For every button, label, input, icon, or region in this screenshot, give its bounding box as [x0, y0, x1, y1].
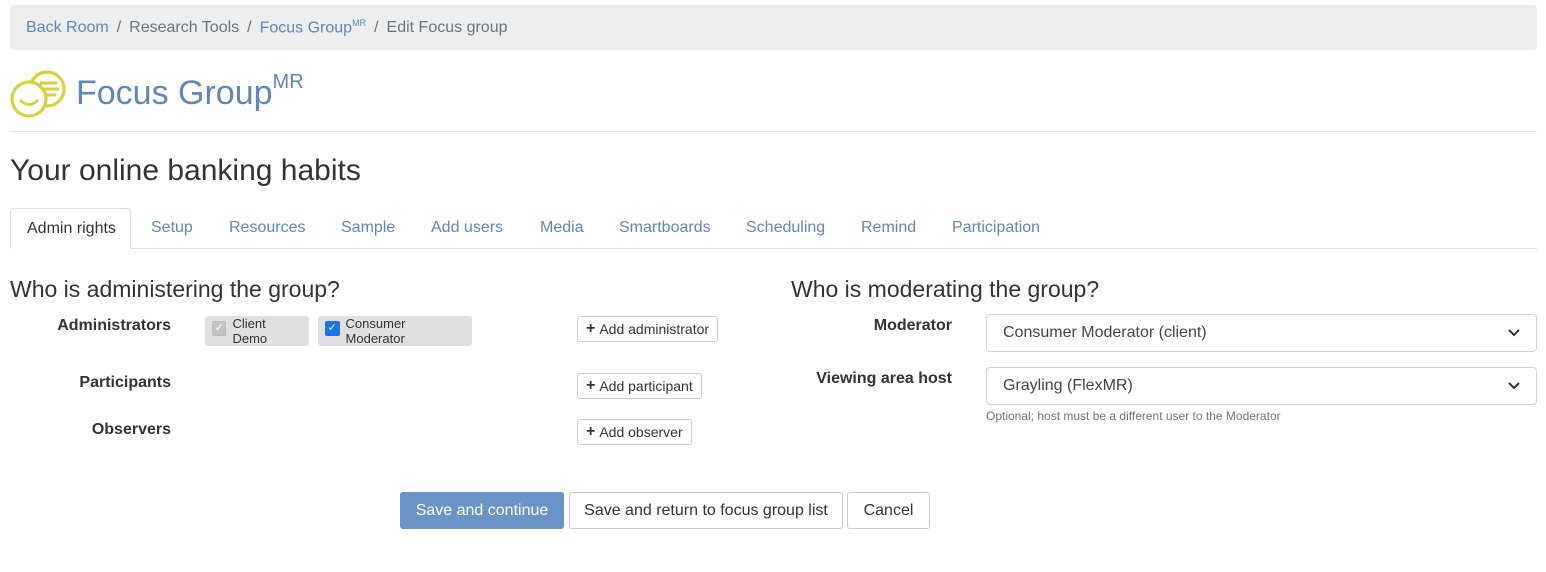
tab-media[interactable]: Media: [540, 208, 584, 249]
checkmark-icon: ✓: [327, 321, 337, 334]
tab-resources[interactable]: Resources: [229, 208, 305, 249]
add-observer-label: Add observer: [599, 424, 683, 440]
brand-title: Focus GroupMR: [76, 72, 304, 112]
breadcrumb-separator: /: [374, 18, 379, 36]
checkbox-consumer-moderator[interactable]: ✓: [325, 320, 340, 336]
add-administrator-button[interactable]: + Add administrator: [577, 316, 719, 342]
tab-admin-rights[interactable]: Admin rights: [10, 208, 131, 249]
chevron-down-icon: [1508, 326, 1520, 340]
add-observer-button[interactable]: + Add observer: [577, 419, 692, 445]
brand-header: Focus GroupMR: [10, 68, 304, 118]
breadcrumb-focus-group[interactable]: Focus GroupMR: [260, 18, 366, 37]
plus-icon: +: [586, 423, 596, 440]
breadcrumb-focus-group-label: Focus Group: [259, 19, 353, 37]
focus-group-logo-icon: [10, 70, 66, 118]
breadcrumb-focus-group-sup: MR: [352, 17, 367, 28]
tab-participation[interactable]: Participation: [952, 208, 1040, 249]
viewing-area-host-select-value: Grayling (FlexMR): [1003, 377, 1133, 394]
checkbox-client-demo: ✓: [212, 320, 227, 336]
add-participant-label: Add participant: [599, 378, 693, 394]
plus-icon: +: [586, 377, 596, 394]
tab-add-users[interactable]: Add users: [431, 208, 503, 249]
moderation-section-heading: Who is moderating the group?: [791, 276, 1100, 302]
breadcrumb: Back Room / Research Tools / Focus Group…: [10, 5, 1537, 50]
admin-chip-consumer-moderator[interactable]: ✓ Consumer Moderator: [318, 316, 472, 346]
chip-label: Client Demo: [232, 316, 268, 346]
chevron-down-icon: [1508, 379, 1520, 393]
header-divider: [10, 131, 1537, 132]
breadcrumb-current: Edit Focus group: [386, 18, 508, 36]
plus-icon: +: [586, 320, 596, 337]
moderator-select-value: Consumer Moderator (client): [1003, 324, 1207, 341]
admin-chip-client-demo: ✓ Client Demo: [205, 316, 309, 346]
breadcrumb-separator: /: [116, 18, 122, 36]
viewing-area-host-select[interactable]: Grayling (FlexMR): [986, 367, 1537, 405]
cancel-button[interactable]: Cancel: [847, 492, 930, 529]
viewing-area-host-help: Optional; host must be a different user …: [986, 409, 1281, 423]
brand-title-sup: MR: [272, 71, 304, 93]
add-administrator-label: Add administrator: [599, 321, 710, 337]
brand-title-text: Focus Group: [76, 74, 273, 112]
add-participant-button[interactable]: + Add participant: [577, 373, 702, 399]
page-title: Your online banking habits: [10, 154, 361, 187]
administrators-label: Administrators: [57, 317, 171, 334]
breadcrumb-back-room[interactable]: Back Room: [26, 19, 109, 37]
tab-scheduling[interactable]: Scheduling: [746, 208, 825, 249]
save-return-button[interactable]: Save and return to focus group list: [569, 492, 843, 529]
tab-remind[interactable]: Remind: [861, 208, 916, 249]
tab-bar: Admin rights Setup Resources Sample Add …: [10, 208, 1537, 249]
participants-label: Participants: [79, 374, 171, 391]
checkmark-icon: ✓: [214, 321, 224, 334]
moderator-select[interactable]: Consumer Moderator (client): [986, 314, 1537, 352]
tab-sample[interactable]: Sample: [341, 208, 395, 249]
tab-setup[interactable]: Setup: [151, 208, 193, 249]
admin-section-heading: Who is administering the group?: [10, 276, 340, 302]
breadcrumb-research-tools: Research Tools: [129, 18, 240, 36]
viewing-area-host-label: Viewing area host: [816, 370, 952, 387]
moderator-label: Moderator: [873, 317, 952, 334]
tab-smartboards[interactable]: Smartboards: [619, 208, 711, 249]
observers-label: Observers: [91, 421, 171, 438]
save-continue-button[interactable]: Save and continue: [400, 492, 564, 529]
chip-label: Consumer Moderator: [345, 316, 406, 346]
breadcrumb-separator: /: [247, 18, 252, 36]
